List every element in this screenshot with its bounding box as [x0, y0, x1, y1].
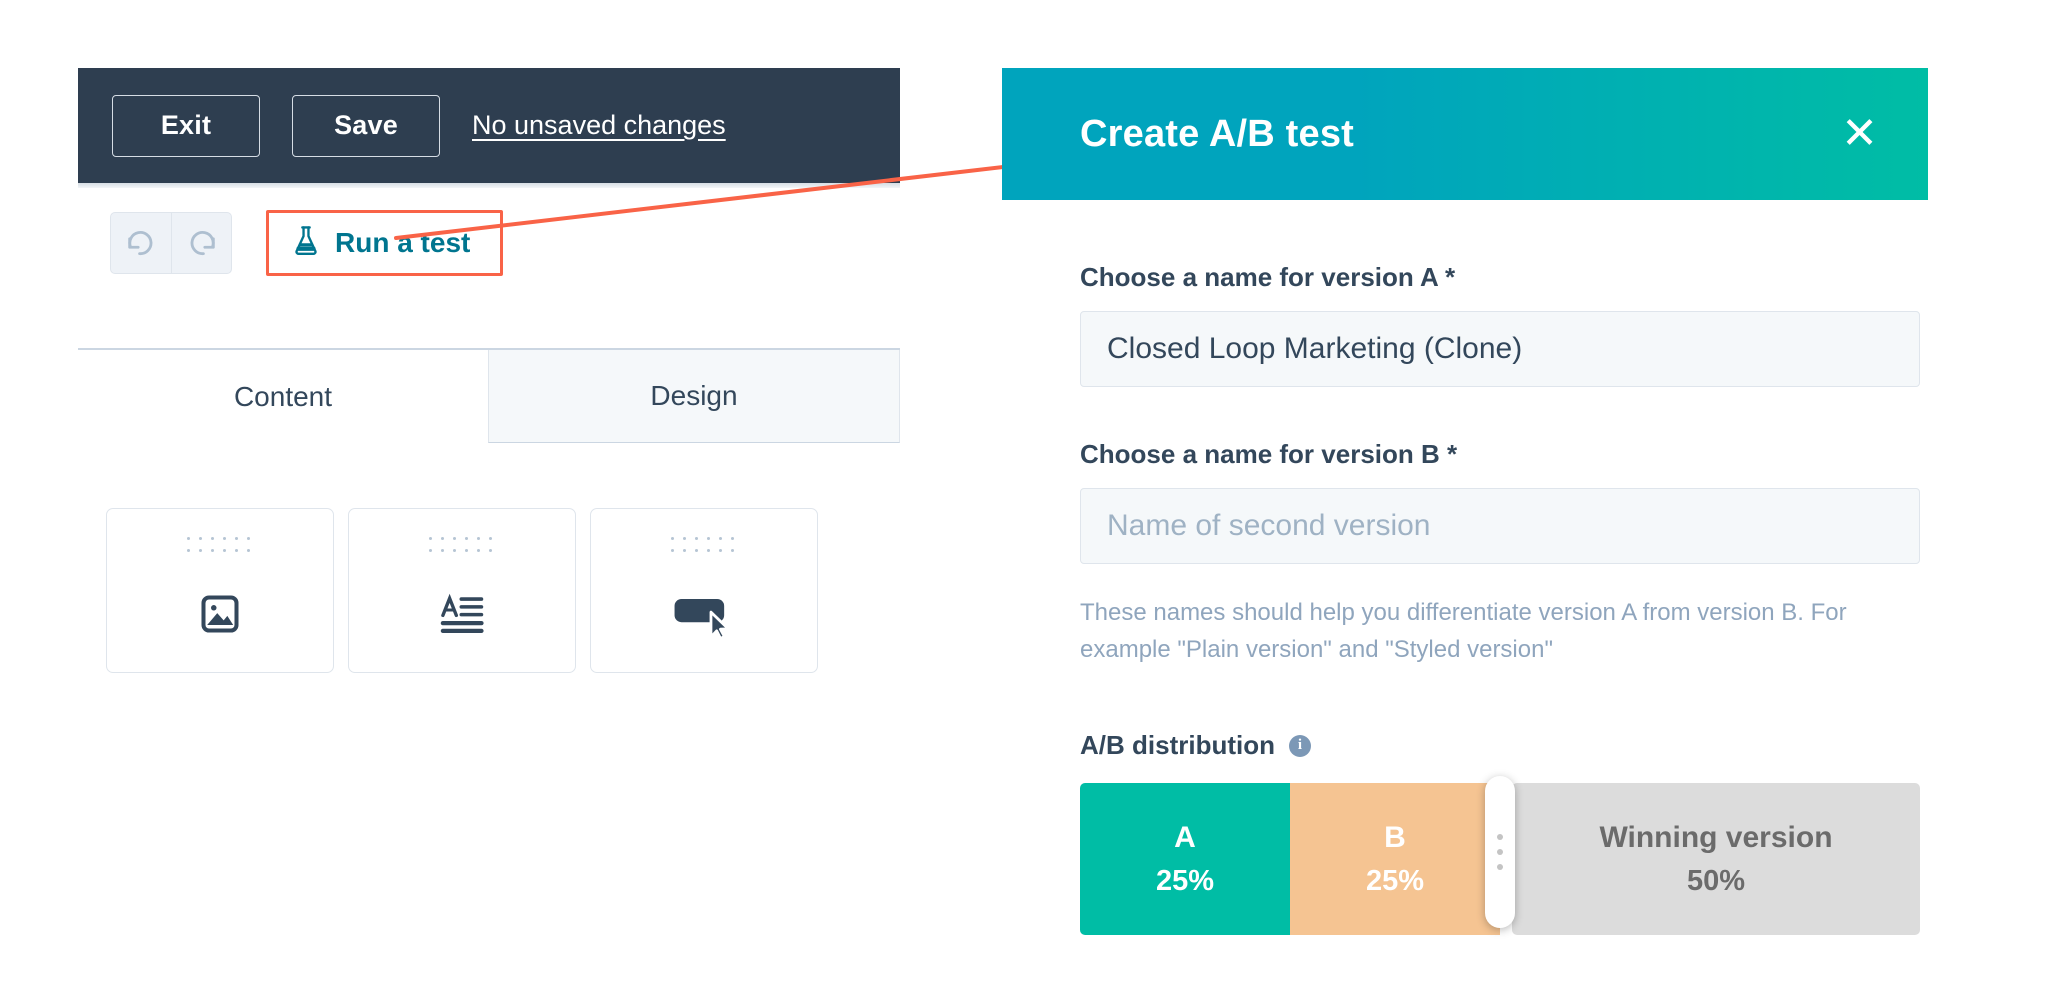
save-status-link[interactable]: No unsaved changes	[472, 110, 726, 141]
segment-winning-percent: 50%	[1686, 864, 1746, 897]
save-button[interactable]: Save	[292, 94, 440, 157]
version-b-label: Choose a name for version B *	[1080, 439, 1458, 469]
info-icon[interactable]: i	[1288, 734, 1311, 757]
distribution-label-row: A/B distribution i	[1080, 730, 1850, 761]
segment-b-percent: 25%	[1365, 864, 1425, 897]
tab-design[interactable]: Design	[488, 350, 900, 443]
undo-arrow-icon[interactable]	[111, 213, 171, 273]
segment-winning-name: Winning version	[1599, 820, 1833, 854]
distribution-segment-winning[interactable]: Winning version 50%	[1512, 783, 1920, 936]
exit-button[interactable]: Exit	[112, 94, 260, 157]
panel-header: Create A/B test ✕	[1002, 68, 1928, 200]
drag-grip-icon[interactable]	[670, 537, 738, 556]
segment-a-name: A	[1174, 820, 1196, 854]
editor-topbar: Exit Save No unsaved changes	[78, 68, 900, 183]
segment-a-percent: 25%	[1155, 864, 1215, 897]
distribution-segment-a[interactable]: A 25%	[1080, 783, 1290, 936]
version-names-help-text: These names should help you differentiat…	[1080, 599, 1847, 664]
tab-content[interactable]: Content	[78, 350, 488, 443]
run-a-test-label: Run a test	[335, 227, 471, 258]
redo-arrow-icon[interactable]	[171, 213, 231, 273]
rich-text-module-icon	[439, 592, 485, 643]
flask-icon	[291, 225, 321, 262]
distribution-segment-b[interactable]: B 25%	[1290, 783, 1500, 936]
editor-tabs: Content Design	[78, 348, 900, 443]
distribution-label: A/B distribution	[1080, 730, 1275, 761]
version-a-label: Choose a name for version A *	[1080, 262, 1456, 292]
topbar-divider	[78, 183, 900, 188]
module-list	[106, 508, 818, 673]
drag-grip-icon[interactable]	[428, 537, 496, 556]
version-b-input[interactable]: Name of second version	[1080, 488, 1920, 564]
panel-body: Choose a name for version A * Closed Loo…	[1002, 200, 1928, 936]
module-card-button[interactable]	[590, 508, 818, 673]
undo-redo-group	[110, 212, 232, 274]
image-module-icon	[198, 592, 242, 641]
panel-title: Create A/B test	[1080, 112, 1355, 155]
screen-root: Exit Save No unsaved changes Run a test …	[0, 0, 2048, 996]
button-module-icon	[673, 592, 735, 645]
run-a-test-button[interactable]: Run a test	[266, 210, 504, 276]
ab-distribution-bar[interactable]: A 25% B 25% Winning version 50%	[1080, 776, 1920, 936]
drag-handle-icon[interactable]	[1485, 776, 1515, 929]
module-card-image[interactable]	[106, 508, 334, 673]
drag-grip-icon[interactable]	[186, 537, 254, 556]
editor-toolbar: Run a test	[78, 202, 900, 284]
segment-b-name: B	[1384, 820, 1406, 854]
version-a-input[interactable]: Closed Loop Marketing (Clone)	[1080, 311, 1920, 387]
module-card-rich-text[interactable]	[348, 508, 576, 673]
create-ab-test-panel: Create A/B test ✕ Choose a name for vers…	[1002, 68, 1928, 936]
close-icon[interactable]: ✕	[1829, 106, 1890, 162]
